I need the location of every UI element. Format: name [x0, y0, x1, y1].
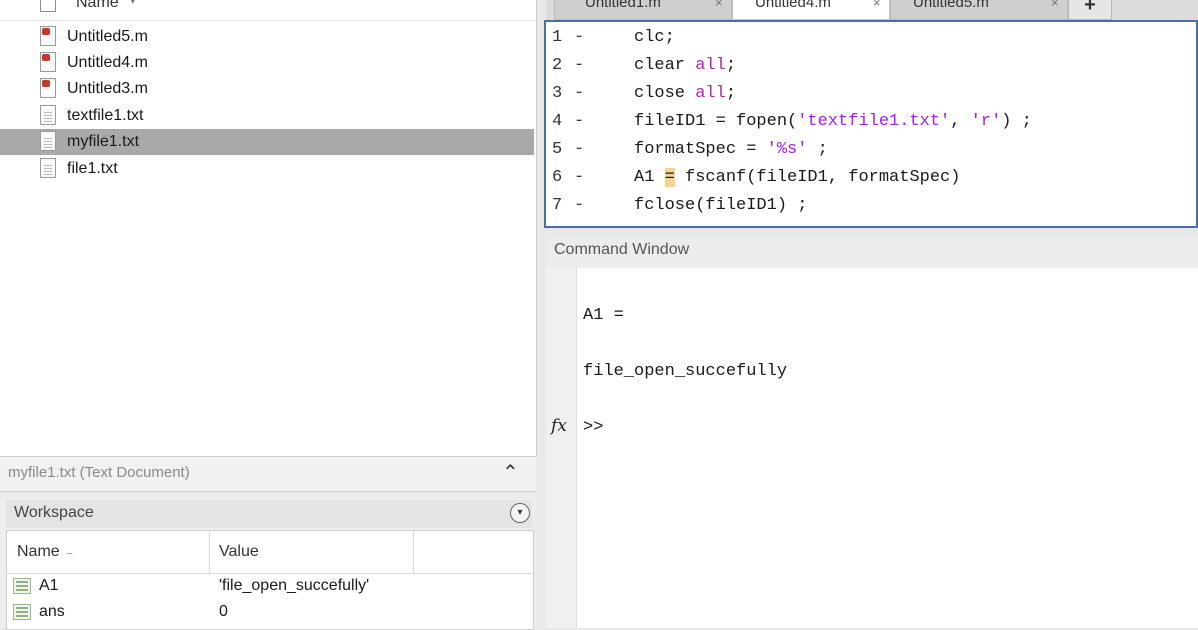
workspace-variable-row[interactable]: ans 0	[7, 599, 533, 625]
value-column-header[interactable]: Value	[219, 543, 259, 561]
code-line[interactable]: 6 - A1 = fscanf(fileID1, formatSpec)	[546, 164, 1196, 192]
breakpoint-marker[interactable]: -	[574, 56, 584, 75]
new-tab-button[interactable]: +	[1068, 0, 1112, 20]
column-divider[interactable]	[209, 531, 210, 573]
file-row[interactable]: textfile1.txt	[0, 103, 534, 129]
file-name: file1.txt	[67, 160, 118, 177]
command-window-title: Command Window	[554, 241, 690, 258]
m-file-icon	[40, 52, 56, 72]
sort-ascending-icon: –	[64, 548, 73, 559]
code-line[interactable]: 4 - fileID1 = fopen('textfile1.txt', 'r'…	[546, 108, 1196, 136]
breakpoint-marker[interactable]: -	[574, 28, 584, 47]
command-prompt[interactable]: >>	[583, 418, 603, 437]
line-number: 7	[552, 196, 563, 215]
tab-untitled1[interactable]: Untitled1.m ×	[554, 0, 732, 20]
code-line[interactable]: 2 - clear all;	[546, 52, 1196, 80]
code-text: fileID1 = fopen('textfile1.txt', 'r') ;	[634, 112, 1032, 131]
code-line[interactable]: 5 - formatSpec = '%s' ;	[546, 136, 1196, 164]
name-column-header[interactable]: Name –	[17, 543, 72, 561]
line-number: 5	[552, 140, 563, 159]
command-window-titlebar: Command Window	[546, 236, 1198, 269]
variable-name: ans	[39, 603, 65, 620]
output-variable: A1 =	[583, 306, 624, 325]
m-file-icon	[40, 26, 56, 46]
file-name: Untitled4.m	[67, 54, 148, 71]
code-line[interactable]: 1 - clc;	[546, 24, 1196, 52]
command-window[interactable]: A1 = file_open_succefully >>	[577, 268, 1198, 628]
code-text: formatSpec = '%s' ;	[634, 140, 828, 159]
file-row[interactable]: Untitled5.m	[0, 24, 534, 50]
file-row[interactable]: Untitled4.m	[0, 50, 534, 76]
variable-name: A1	[39, 577, 59, 594]
editor-tab-bar: Untitled1.m × Untitled4.m × Untitled5.m …	[546, 0, 1198, 20]
line-number: 3	[552, 84, 563, 103]
breakpoint-marker[interactable]: -	[574, 196, 584, 215]
workspace-table-header: Name – Value	[7, 531, 533, 574]
breakpoint-marker[interactable]: -	[574, 140, 584, 159]
m-file-icon	[40, 78, 56, 98]
code-line[interactable]: 7 - fclose(fileID1) ;	[546, 192, 1196, 220]
breakpoint-marker[interactable]: -	[574, 168, 584, 187]
chevron-up-icon[interactable]: ⌃	[502, 460, 519, 485]
file-row[interactable]: file1.txt	[0, 156, 534, 182]
file-name: Untitled3.m	[67, 80, 148, 97]
select-all-checkbox[interactable]	[40, 0, 56, 12]
variable-icon	[13, 578, 31, 594]
name-column-header[interactable]: Name	[76, 0, 119, 12]
close-tab-icon[interactable]: ×	[715, 0, 723, 10]
workspace-actions-icon[interactable]: ▾	[510, 503, 530, 523]
file-name: myfile1.txt	[67, 133, 140, 150]
close-tab-icon[interactable]: ×	[1051, 0, 1059, 10]
text-file-icon	[40, 105, 56, 125]
file-row-selected[interactable]: myfile1.txt	[0, 129, 534, 155]
breakpoint-marker[interactable]: -	[574, 112, 584, 131]
file-details-bar[interactable]: myfile1.txt (Text Document) ⌃	[0, 456, 536, 492]
code-text: clear all;	[634, 56, 737, 75]
variable-value: 'file_open_succefully'	[219, 577, 370, 594]
code-text: fclose(fileID1) ;	[634, 196, 808, 215]
function-browser-icon[interactable]: fx	[551, 416, 567, 436]
line-number: 4	[552, 112, 563, 131]
text-file-icon	[40, 131, 56, 151]
folder-column-header: Name ▾	[0, 0, 536, 21]
file-name: textfile1.txt	[67, 107, 144, 124]
sort-arrow-icon[interactable]: ▾	[130, 0, 136, 7]
breakpoint-marker[interactable]: -	[574, 84, 584, 103]
workspace-variable-row[interactable]: A1 'file_open_succefully'	[7, 573, 533, 599]
workspace-titlebar: Workspace ▾	[6, 500, 532, 528]
close-tab-icon[interactable]: ×	[873, 0, 881, 10]
column-divider[interactable]	[413, 531, 414, 573]
file-row[interactable]: Untitled3.m	[0, 76, 534, 102]
tab-untitled4[interactable]: Untitled4.m ×	[732, 0, 890, 20]
line-number: 6	[552, 168, 563, 187]
text-file-icon	[40, 158, 56, 178]
code-text: A1 = fscanf(fileID1, formatSpec)	[634, 168, 961, 187]
code-text: close all;	[634, 84, 737, 103]
workspace-title: Workspace	[14, 504, 94, 521]
output-value: file_open_succefully	[583, 362, 788, 381]
code-line[interactable]: 3 - close all;	[546, 80, 1196, 108]
line-number: 1	[552, 28, 563, 47]
code-editor[interactable]: 1 - clc; 2 - clear all; 3 - close all; 4…	[544, 20, 1198, 228]
file-name: Untitled5.m	[67, 28, 148, 45]
tab-untitled5[interactable]: Untitled5.m ×	[890, 0, 1068, 20]
workspace-table: Name – Value A1 'file_open_succefully' a…	[6, 530, 534, 630]
file-details-text: myfile1.txt (Text Document)	[8, 464, 190, 481]
command-window-gutter	[546, 268, 577, 628]
variable-icon	[13, 604, 31, 620]
code-text: clc;	[634, 28, 675, 47]
variable-value: 0	[219, 603, 228, 620]
line-number: 2	[552, 56, 563, 75]
